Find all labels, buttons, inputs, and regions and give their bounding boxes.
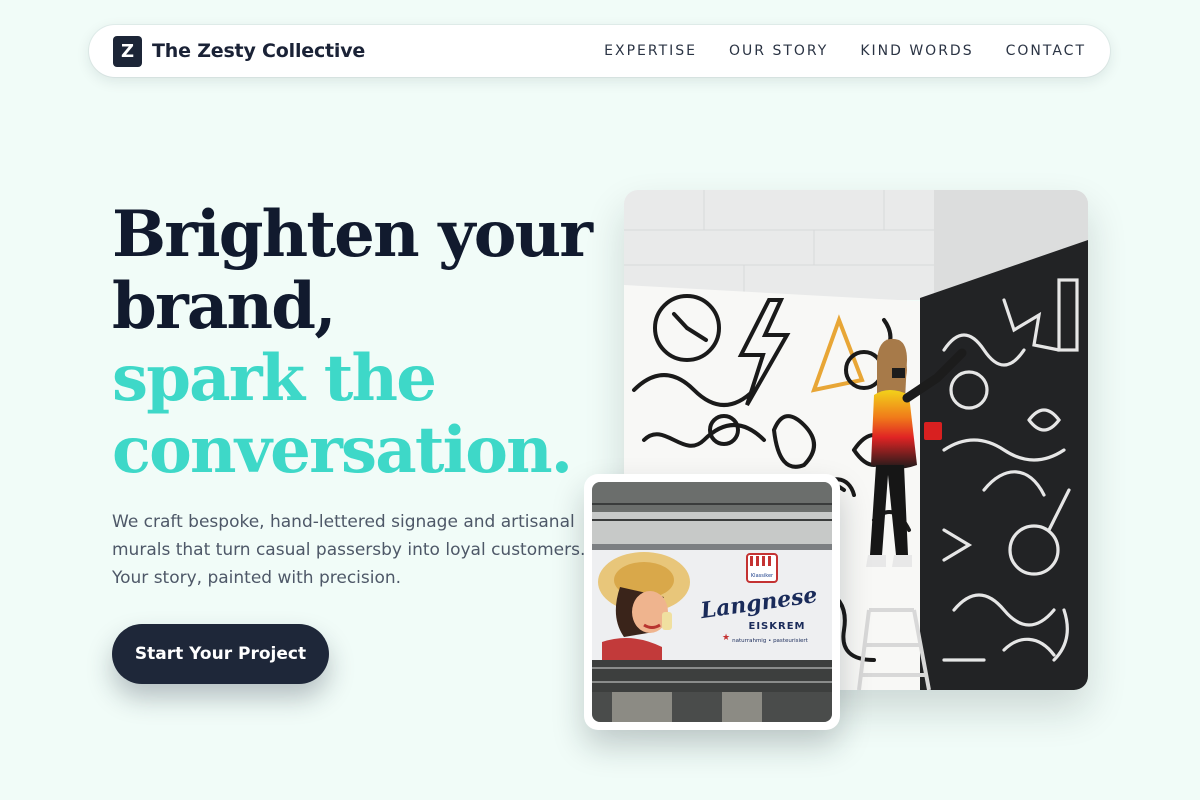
vintage-billboard-photo: Klassiker Langnese EISKREM naturrahmig •… [584,474,840,730]
svg-text:★: ★ [722,632,730,642]
hero-headline-line-4: conversation. [112,413,573,488]
landing-page: Z The Zesty Collective EXPERTISE OUR STO… [0,0,1200,800]
logo-icon: Z [113,35,142,67]
start-project-button[interactable]: Start Your Project [112,624,329,684]
billboard-tagline-text: naturrahmig • pasteurisiert [732,638,808,644]
nav-link-kind-words[interactable]: KIND WORDS [860,43,973,59]
hero-headline-line-1: Brighten your [112,197,593,272]
nav-item-contact: CONTACT [1006,42,1086,60]
hero-description: We craft bespoke, hand-lettered signage … [112,512,586,588]
billboard-badge-text: Klassiker [751,573,774,579]
nav-link-expertise[interactable]: EXPERTISE [604,43,697,59]
hero-headline-line-3: spark the [112,341,437,416]
nav-item-kind-words: KIND WORDS [860,42,973,60]
vintage-billboard-frame: Klassiker Langnese EISKREM naturrahmig •… [592,482,832,722]
vintage-billboard-illustration: Klassiker Langnese EISKREM naturrahmig •… [592,482,832,722]
brand-name: The Zesty Collective [152,40,366,62]
billboard-product-text: EISKREM [749,621,806,632]
brand-home-link[interactable]: Z The Zesty Collective [113,35,366,67]
hero-headline-line-2: brand, [112,269,337,344]
nav-link-our-story[interactable]: OUR STORY [729,43,828,59]
top-navigation: Z The Zesty Collective EXPERTISE OUR STO… [89,25,1110,77]
nav-link-contact[interactable]: CONTACT [1006,43,1086,59]
nav-menu: EXPERTISE OUR STORY KIND WORDS CONTACT [604,42,1086,60]
hero-headline: Brighten your brand, spark the conversat… [112,199,602,487]
nav-item-expertise: EXPERTISE [604,42,697,60]
nav-item-our-story: OUR STORY [729,42,828,60]
